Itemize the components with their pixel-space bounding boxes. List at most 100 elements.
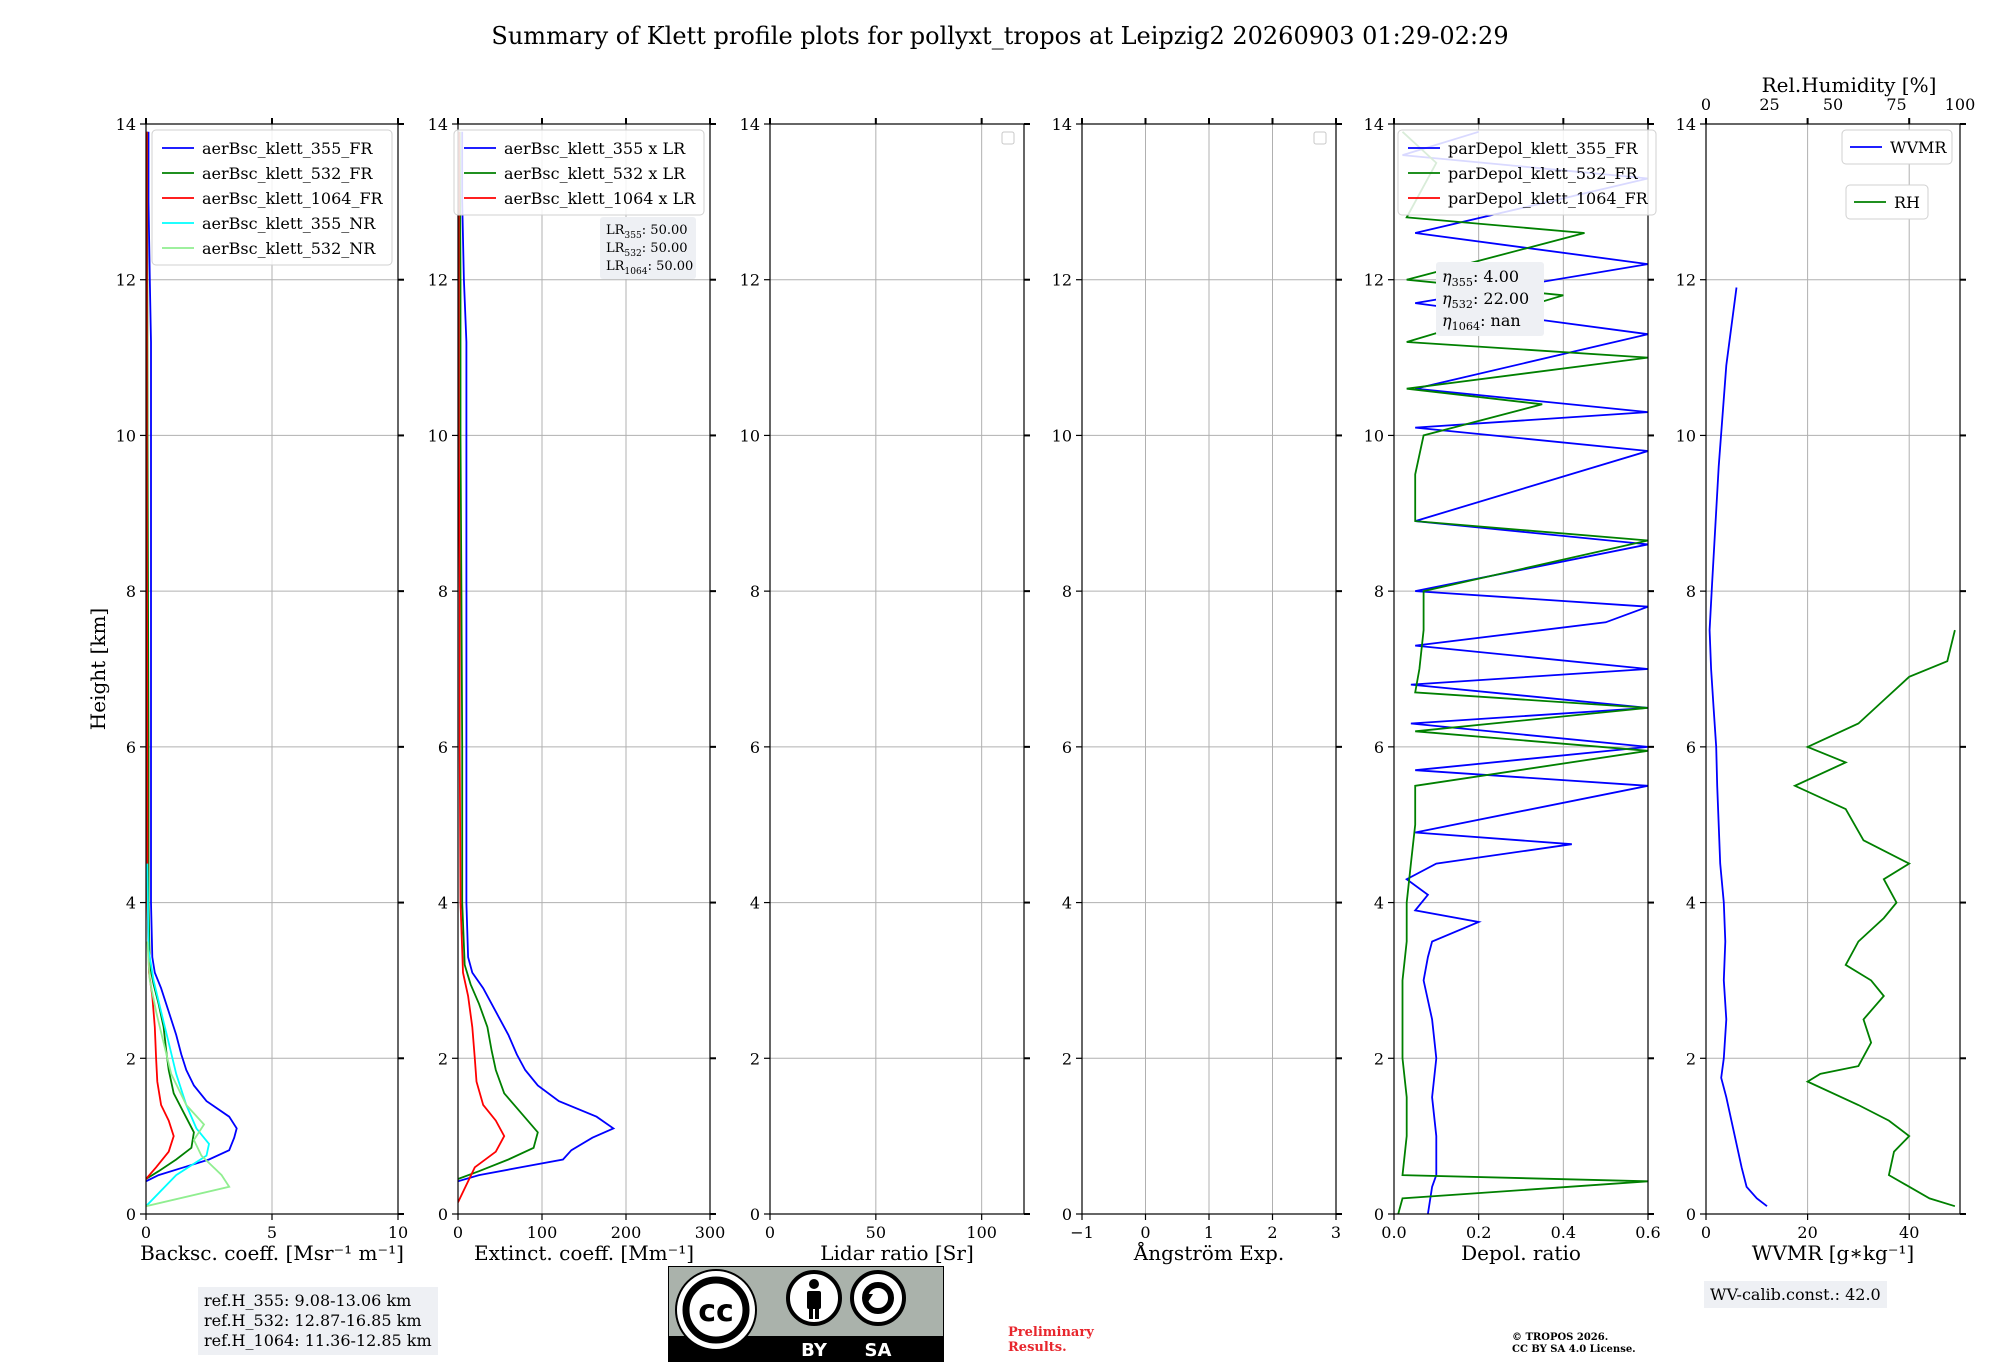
y-tick-label: 2 bbox=[750, 1049, 760, 1068]
y-tick-label: 2 bbox=[1062, 1049, 1072, 1068]
panel-3: 0 50 100 0 2 4 6 8 10 12 14 Lidar ratio [Sr] bbox=[740, 115, 1030, 1265]
y-tick-label: 0 bbox=[1374, 1205, 1384, 1224]
copyright-note: © TROPOS 2026. CC BY SA 4.0 License. bbox=[1512, 1332, 1636, 1356]
x-axis-label: Backsc. coeff. [Msr⁻¹ m⁻¹] bbox=[140, 1241, 404, 1265]
ref-height-532: ref.H_532: 12.87-16.85 km bbox=[204, 1311, 422, 1330]
y-tick-label: 10 bbox=[1364, 426, 1384, 445]
y-tick-label: 14 bbox=[740, 115, 760, 134]
y-tick-label: 10 bbox=[116, 426, 136, 445]
y-tick-label: 6 bbox=[1062, 738, 1072, 757]
series-line-aerBsc_klett_532_FR bbox=[146, 131, 195, 1180]
y-tick-label: 10 bbox=[1052, 426, 1072, 445]
series-line-aerBsc_klett_532 x LR bbox=[458, 131, 539, 1180]
cc-by-sa-license-badge: cc BY SA bbox=[668, 1266, 944, 1362]
x-tick-label: 3 bbox=[1331, 1223, 1341, 1242]
y-tick-label: 14 bbox=[116, 115, 136, 134]
panel-6: 0 20 40 0 2 4 6 8 10 12 14 WVMR [g∗kg⁻¹] 0 25 50 75 100 R… bbox=[1676, 73, 1976, 1265]
x-tick-label: 100 bbox=[966, 1223, 997, 1242]
y-axis-label: Height [km] bbox=[86, 608, 110, 730]
x2-tick-label: 0 bbox=[1701, 95, 1711, 114]
y-tick-label: 4 bbox=[1062, 894, 1072, 913]
legend-label: aerBsc_klett_355_FR bbox=[202, 139, 373, 158]
empty-legend bbox=[1001, 131, 1015, 145]
y-tick-label: 8 bbox=[126, 582, 136, 601]
ref-height-1064: ref.H_1064: 11.36-12.85 km bbox=[204, 1331, 432, 1350]
y-tick-label: 0 bbox=[1062, 1205, 1072, 1224]
y-tick-label: 12 bbox=[428, 271, 448, 290]
y-tick-label: 0 bbox=[1686, 1205, 1696, 1224]
preliminary-line-2: Results. bbox=[1008, 1340, 1067, 1355]
wv-calib-box: WV-calib.const.: 42.0 bbox=[1704, 1281, 1887, 1308]
series-line-RH bbox=[1792, 629, 1956, 1208]
y-tick-label: 2 bbox=[438, 1049, 448, 1068]
y-tick-label: 0 bbox=[126, 1205, 136, 1224]
x-tick-label: 1 bbox=[1204, 1223, 1214, 1242]
x-tick-label: 100 bbox=[527, 1223, 558, 1242]
y-tick-label: 0 bbox=[438, 1205, 448, 1224]
x-tick-label: −1 bbox=[1070, 1223, 1094, 1242]
copyright-line-2: CC BY SA 4.0 License. bbox=[1512, 1344, 1636, 1355]
y-tick-label: 14 bbox=[1676, 115, 1696, 134]
legend-label: parDepol_klett_355_FR bbox=[1448, 139, 1639, 158]
x-tick-label: 20 bbox=[1797, 1223, 1817, 1242]
x2-axis-label: Rel.Humidity [%] bbox=[1762, 73, 1937, 97]
x-tick-label: 0 bbox=[1701, 1223, 1711, 1242]
x-tick-label: 50 bbox=[866, 1223, 886, 1242]
by-person-icon bbox=[786, 1270, 842, 1326]
x-tick-label: 0 bbox=[453, 1223, 463, 1242]
legend-label: WVMR bbox=[1890, 138, 1947, 157]
x-tick-label: 40 bbox=[1899, 1223, 1919, 1242]
x-axis-label: WVMR [g∗kg⁻¹] bbox=[1752, 1241, 1914, 1265]
y-tick-label: 14 bbox=[428, 115, 448, 134]
x-tick-label: 200 bbox=[611, 1223, 642, 1242]
panel-1: 0 5 10 0 2 4 6 8 10 12 14 Backsc. coeff. [Msr⁻¹ m⁻¹… bbox=[86, 115, 408, 1265]
svg-text:cc: cc bbox=[698, 1294, 734, 1329]
x-axis-label: Lidar ratio [Sr] bbox=[820, 1241, 974, 1265]
legend: aerBsc_klett_355 x LR aerBsc_klett_532 x … bbox=[453, 129, 705, 216]
x-axis-label: Ångström Exp. bbox=[1133, 1240, 1284, 1265]
y-tick-label: 6 bbox=[1374, 738, 1384, 757]
legend-label: parDepol_klett_532_FR bbox=[1448, 164, 1639, 183]
panel-2: 0 100 200 300 0 2 4 6 8 10 12 14 Extinct. coeff. [Mm… bbox=[428, 115, 726, 1265]
x-tick-label: 2 bbox=[1267, 1223, 1277, 1242]
legend-label: aerBsc_klett_532_FR bbox=[202, 164, 373, 183]
y-tick-label: 4 bbox=[126, 894, 136, 913]
y-tick-label: 8 bbox=[750, 582, 760, 601]
x2-tick-label: 75 bbox=[1886, 95, 1906, 114]
y-tick-label: 0 bbox=[750, 1205, 760, 1224]
y-tick-label: 14 bbox=[1364, 115, 1384, 134]
x-tick-label: 300 bbox=[695, 1223, 726, 1242]
x-tick-label: 0.2 bbox=[1466, 1223, 1491, 1242]
y-tick-label: 6 bbox=[126, 738, 136, 757]
x-tick-label: 0 bbox=[765, 1223, 775, 1242]
x-tick-label: 0 bbox=[1140, 1223, 1150, 1242]
y-tick-label: 4 bbox=[1374, 894, 1384, 913]
legend: aerBsc_klett_355_FR aerBsc_klett_532_FRae… bbox=[151, 129, 393, 266]
y-tick-label: 8 bbox=[1062, 582, 1072, 601]
legend-label: aerBsc_klett_355_NR bbox=[202, 214, 376, 233]
legend-label: aerBsc_klett_355 x LR bbox=[504, 139, 686, 158]
plot-frame bbox=[457, 123, 711, 1215]
legend-label: aerBsc_klett_532_NR bbox=[202, 239, 376, 258]
y-tick-label: 12 bbox=[1676, 271, 1696, 290]
ref-height-355: ref.H_355: 9.08-13.06 km bbox=[204, 1291, 412, 1310]
legend-label: RH bbox=[1894, 193, 1920, 212]
y-tick-label: 12 bbox=[740, 271, 760, 290]
x-axis-label: Extinct. coeff. [Mm⁻¹] bbox=[474, 1241, 694, 1265]
y-tick-label: 12 bbox=[1364, 271, 1384, 290]
x-tick-label: 0.4 bbox=[1551, 1223, 1576, 1242]
legend: parDepol_klett_355_FR parDepol_klett_532_… bbox=[1397, 129, 1657, 216]
annotation-box: LR355: 50.00LR532: 50.00LR1064: 50.00 bbox=[600, 217, 696, 279]
y-tick-label: 12 bbox=[116, 271, 136, 290]
y-tick-label: 4 bbox=[1686, 894, 1696, 913]
panel-4: −1 0 1 2 302468101214Ångström Exp. bbox=[1052, 115, 1342, 1265]
plot-frame bbox=[769, 123, 1025, 1215]
panel-5: 0.0 0.2 0.4 0.6 0 2 4 6 8 10 12 14 Depol. ratio parDe… bbox=[1364, 115, 1661, 1265]
y-tick-label: 8 bbox=[438, 582, 448, 601]
legend-label: aerBsc_klett_1064_FR bbox=[202, 189, 384, 208]
x2-tick-label: 25 bbox=[1759, 95, 1779, 114]
badge-by-label: BY bbox=[801, 1340, 828, 1361]
y-tick-label: 4 bbox=[750, 894, 760, 913]
reference-heights-box: ref.H_355: 9.08-13.06 km ref.H_532: 12.8… bbox=[198, 1287, 438, 1355]
y-tick-label: 8 bbox=[1686, 582, 1696, 601]
